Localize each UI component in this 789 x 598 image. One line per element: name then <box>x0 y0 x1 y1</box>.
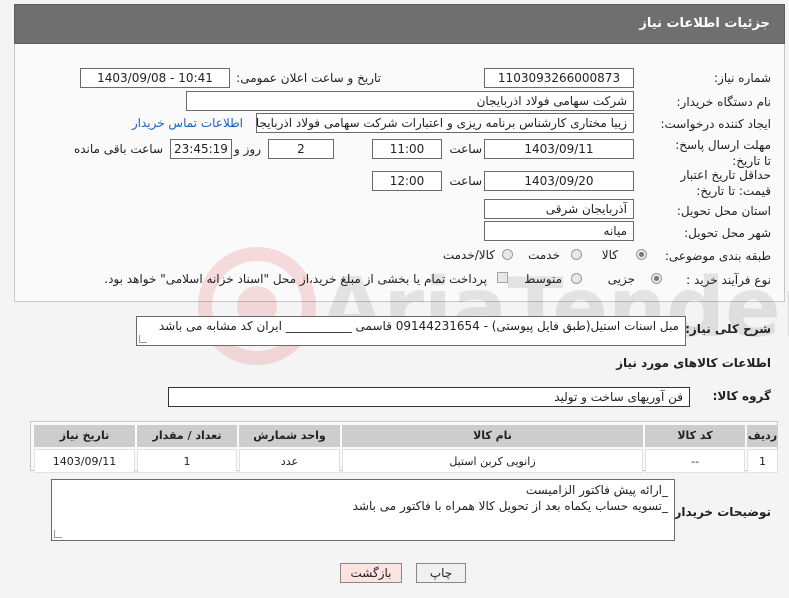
category-label: طبقه بندی موضوعی: <box>664 249 771 263</box>
table-cell-name: زانویی کربن استیل <box>342 449 643 473</box>
process-radio-medium[interactable] <box>571 273 582 284</box>
table-cell-date: 1403/09/11 <box>34 449 135 473</box>
need-number-label: شماره نیاز: <box>714 71 771 85</box>
col-header-unit: واحد شمارش <box>239 425 340 447</box>
province-label: استان محل تحویل: <box>676 204 771 218</box>
col-header-name: نام کالا <box>342 425 643 447</box>
process-option-minor: جزیی <box>607 272 635 286</box>
table-cell-row: 1 <box>747 449 778 473</box>
process-option-medium: متوسط <box>524 272 562 286</box>
col-header-date: تاریخ نیاز <box>34 425 135 447</box>
province-field: آذربایجان شرقی <box>484 199 634 219</box>
category-option-goods: کالا <box>601 248 618 262</box>
city-field: میانه <box>484 221 634 241</box>
send-deadline-label: مهلت ارسال پاسخ: تا تاریخ: <box>675 138 771 168</box>
remaining-label: ساعت باقی مانده <box>73 142 163 156</box>
category-option-goods-service: کالا/خدمت <box>442 248 495 262</box>
buyer-org-label: نام دستگاه خریدار: <box>676 95 772 109</box>
category-radio-goods[interactable] <box>636 249 647 260</box>
need-number-field: 1103093266000873 <box>484 68 634 88</box>
print-button[interactable]: چاپ <box>416 563 466 583</box>
price-time-label: ساعت <box>449 174 482 188</box>
buyer-contact-link[interactable]: اطلاعات تماس خریدار <box>132 116 243 130</box>
table-cell-qty: 1 <box>137 449 237 473</box>
header-bar: جزئیات اطلاعات نیاز <box>14 4 785 44</box>
time-remaining: 23:45:19 <box>170 139 232 159</box>
goods-info-title: اطلاعات کالاهای مورد نیاز <box>616 356 771 370</box>
page-title: جزئیات اطلاعات نیاز <box>639 16 770 31</box>
treasury-payment-checkbox[interactable] <box>497 272 508 283</box>
goods-group-label: گروه کالا: <box>712 389 771 403</box>
send-deadline-time: 11:00 <box>372 139 442 159</box>
col-header-code: کد کالا <box>645 425 745 447</box>
send-deadline-date: 1403/09/11 <box>484 139 634 159</box>
announce-label: تاریخ و ساعت اعلان عمومی: <box>236 71 381 85</box>
resize-handle[interactable] <box>139 335 147 343</box>
description-label: شرح کلی نیاز: <box>685 322 771 336</box>
col-header-row: ردیف <box>747 425 778 447</box>
price-validity-label: حداقل تاریخ اعتبار قیمت: تا تاریخ: <box>680 168 771 198</box>
category-option-service: خدمت <box>528 248 560 262</box>
process-label: نوع فرآیند خرید : <box>686 273 771 287</box>
goods-group-field: فن آوریهای ساخت و تولید <box>168 387 690 407</box>
description-textarea: مبل اسنات استیل(طبق فایل پیوستی) - 09144… <box>136 316 686 346</box>
requester-label: ایجاد کننده درخواست: <box>660 117 771 131</box>
buyer-notes-label: توضیحات خریدار: <box>669 505 771 519</box>
table-cell-code: -- <box>645 449 745 473</box>
buyer-notes-line-2: _تسویه حساب یکماه بعد از تحویل کالا همرا… <box>352 499 668 513</box>
buyer-notes-line-1: _ارائه پیش فاکتور الزامیست <box>525 483 668 497</box>
description-text: مبل اسنات استیل(طبق فایل پیوستی) - 09144… <box>158 319 679 333</box>
city-label: شهر محل تحویل: <box>684 226 771 240</box>
buyer-org-field: شرکت سهامی فولاد اذربایجان <box>186 91 634 111</box>
col-header-qty: تعداد / مقدار <box>137 425 237 447</box>
category-radio-goods-service[interactable] <box>502 249 513 260</box>
table-cell-unit: عدد <box>239 449 340 473</box>
treasury-payment-note: پرداخت تمام یا بخشی از مبلغ خرید،از محل … <box>104 272 487 286</box>
send-time-label: ساعت <box>449 142 482 156</box>
category-radio-service[interactable] <box>571 249 582 260</box>
process-radio-minor[interactable] <box>651 273 662 284</box>
price-validity-date: 1403/09/20 <box>484 171 634 191</box>
buyer-notes-textarea: _ارائه پیش فاکتور الزامیست _تسویه حساب ی… <box>51 479 675 541</box>
price-validity-time: 12:00 <box>372 171 442 191</box>
days-remaining: 2 <box>268 139 334 159</box>
days-label: روز و <box>234 142 261 156</box>
notes-resize-handle[interactable] <box>54 530 62 538</box>
announce-field: 1403/09/08 - 10:41 <box>80 68 230 88</box>
back-button[interactable]: بازگشت <box>340 563 402 583</box>
requester-field: زیبا مختاری کارشناس برنامه ریزی و اعتبار… <box>256 113 634 133</box>
